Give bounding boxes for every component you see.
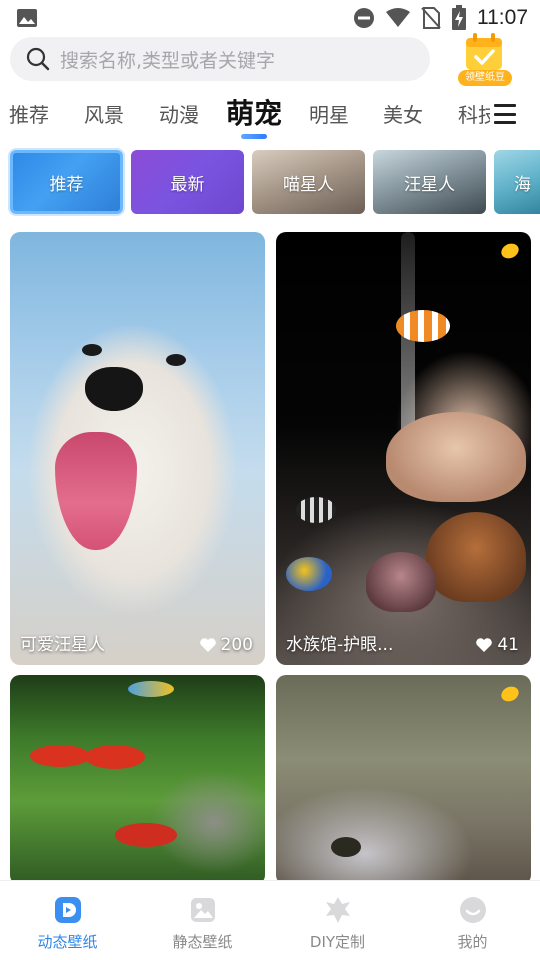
search-input[interactable]: 搜索名称,类型或者关键字 — [10, 37, 430, 81]
chip-dogs[interactable]: 汪星人 — [373, 150, 486, 214]
tab-anime[interactable]: 动漫 — [159, 99, 199, 128]
nav-label: 静态壁纸 — [172, 933, 233, 951]
cat-eye — [331, 837, 361, 857]
nav-dynamic-wallpaper[interactable]: 动态壁纸 — [0, 881, 135, 960]
dynamic-badge-icon — [501, 243, 519, 259]
card-title: 可爱汪星人 — [20, 635, 105, 655]
search-icon — [26, 47, 50, 71]
fish — [286, 557, 332, 591]
like-count-value: 41 — [497, 635, 519, 655]
chip-newest[interactable]: 最新 — [131, 150, 244, 214]
like-count[interactable]: 200 — [199, 635, 253, 655]
fish — [85, 745, 145, 769]
fish — [115, 823, 177, 847]
profile-icon — [459, 897, 486, 923]
promo-badge-label: 领壁纸豆 — [458, 70, 512, 86]
dog-eye — [166, 354, 186, 366]
card-title: 水族馆-护眼... — [286, 635, 394, 655]
chip-cats[interactable]: 喵星人 — [252, 150, 365, 214]
fish — [30, 745, 90, 767]
heart-icon — [476, 638, 493, 652]
wifi-icon — [386, 8, 410, 27]
chip-label: 汪星人 — [404, 174, 455, 195]
tab-scenery[interactable]: 风景 — [84, 99, 124, 128]
dog-eye — [82, 344, 102, 356]
category-tabs: 推荐 风景 动漫 萌宠 明星 美女 科技 — [0, 90, 540, 140]
nav-label: 我的 — [457, 933, 488, 951]
tab-recommend[interactable]: 推荐 — [9, 99, 49, 128]
wallpaper-card[interactable] — [10, 675, 265, 885]
coral — [386, 412, 526, 502]
chip-label: 最新 — [170, 174, 205, 195]
calendar-check-icon — [466, 33, 502, 70]
dnd-icon — [354, 8, 374, 28]
dynamic-wallpaper-icon — [54, 897, 81, 923]
like-count[interactable]: 41 — [475, 635, 519, 655]
diy-icon — [325, 897, 350, 923]
dynamic-badge-icon — [501, 686, 519, 702]
menu-icon[interactable] — [494, 104, 516, 124]
coral — [426, 512, 526, 602]
nav-static-wallpaper[interactable]: 静态壁纸 — [135, 881, 270, 960]
fish — [128, 681, 174, 697]
chip-recommend[interactable]: 推荐 — [10, 150, 123, 214]
chip-sea[interactable]: 海 — [494, 150, 540, 214]
chip-label: 喵星人 — [283, 174, 334, 195]
wallpaper-card[interactable]: 水族馆-护眼... 41 — [276, 232, 531, 665]
wallpaper-card[interactable]: 可爱汪星人 200 — [10, 232, 265, 665]
tab-beauty[interactable]: 美女 — [383, 99, 423, 128]
nav-profile[interactable]: 我的 — [405, 881, 540, 960]
bottom-nav: 动态壁纸 静态壁纸 DIY定制 我的 — [0, 880, 540, 960]
promo-badge-button[interactable]: 领壁纸豆 — [454, 30, 514, 86]
tab-pets[interactable]: 萌宠 — [226, 92, 282, 132]
tab-tech[interactable]: 科技 — [458, 99, 490, 128]
fish — [296, 497, 336, 523]
status-time: 11:07 — [477, 6, 528, 29]
battery-charging-icon — [452, 5, 466, 30]
fish — [396, 310, 450, 342]
nav-label: DIY定制 — [309, 933, 366, 951]
wallpaper-card[interactable] — [276, 675, 531, 885]
no-sim-icon — [421, 7, 441, 29]
coral — [366, 552, 436, 612]
chip-label: 海 — [514, 174, 531, 195]
image-icon — [17, 9, 37, 27]
static-wallpaper-icon — [190, 898, 215, 922]
tab-stars[interactable]: 明星 — [309, 99, 349, 128]
nav-diy[interactable]: DIY定制 — [270, 881, 405, 960]
heart-icon — [199, 638, 216, 652]
dog-nose — [85, 367, 143, 411]
search-placeholder: 搜索名称,类型或者关键字 — [60, 49, 276, 72]
chip-label: 推荐 — [49, 174, 84, 195]
active-tab-indicator — [241, 134, 267, 139]
nav-label: 动态壁纸 — [37, 933, 98, 951]
like-count-value: 200 — [220, 635, 253, 655]
dog-tongue — [55, 432, 137, 550]
